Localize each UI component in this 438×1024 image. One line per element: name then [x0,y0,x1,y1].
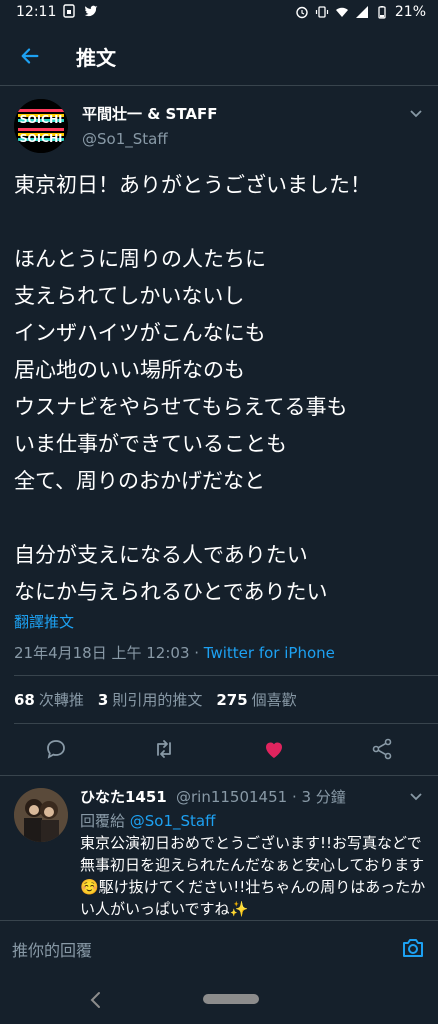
vibrate-icon [315,6,328,18]
top-app-bar: 推文 [0,26,438,86]
system-nav-bar [0,976,438,1024]
status-bar: 12:11 21% [0,0,438,26]
like-heart-icon[interactable] [262,737,286,761]
twitter-bird-icon [84,5,98,17]
back-button[interactable] [14,40,46,72]
share-icon[interactable] [370,737,394,761]
divider [14,723,438,724]
battery-percent: 21% [394,4,426,20]
retweets-label: 次轉推 [38,691,84,709]
likes-count: 275 [216,691,248,709]
reply-input[interactable]: 推你的回覆 [12,937,92,961]
compose-bar: 推你的回覆 [0,920,438,976]
retweet-icon[interactable] [152,737,176,761]
quotes-count: 3 [97,691,109,709]
status-indicators: 21% [295,4,426,20]
divider [14,675,438,676]
tweet-meta: 21年4月18日 上午 12:03 · Twitter for iPhone [14,642,335,663]
author-avatar[interactable]: SOICHI SOICHI [14,99,68,153]
reply-to-line: 回覆給 @So1_Staff [80,810,215,831]
page-title: 推文 [76,46,116,70]
tweet-stats: 68 次轉推 3 則引用的推文 275 個喜歡 [14,689,297,710]
tweet-source-link[interactable]: Twitter for iPhone [204,644,335,662]
author-name[interactable]: 平間壮一 & STAFF [82,103,218,124]
tweet-menu-chevron-icon[interactable] [408,105,424,121]
author-handle[interactable]: @So1_Staff [82,130,168,148]
back-arrow-icon [21,48,39,64]
reply-body: 東京公演初日おめでとうございます!!お写真などで無事初日を迎えられたんだなぁと安… [80,834,426,918]
camera-icon[interactable] [400,935,426,961]
retweets-count: 68 [14,691,35,709]
tweet-body: 東京初日！ありがとうございました！ ほんとうに周りの人たちに 支えられてしかいな… [14,173,371,604]
reply-author-name[interactable]: ひなた1451 [80,786,167,807]
reply-menu-chevron-icon[interactable] [408,788,424,804]
tweet-actions [0,727,438,771]
wifi-icon [335,7,348,17]
reply-author-handle[interactable]: @rin11501451 · 3 分鐘 [176,786,346,807]
sim-icon [63,4,75,18]
notification-icons [62,4,98,18]
quotes-stat[interactable]: 3 則引用的推文 [98,689,202,710]
svg-text:SOICHI: SOICHI [20,113,63,126]
battery-icon [378,6,386,19]
reply-to-label: 回覆給 [80,812,130,830]
likes-label: 個喜歡 [251,691,297,709]
quotes-label: 則引用的推文 [112,691,203,709]
retweets-stat[interactable]: 68 次轉推 [14,689,84,710]
likes-stat[interactable]: 275 個喜歡 [216,689,296,710]
status-time: 12:11 [16,4,57,20]
reply-avatar[interactable] [14,788,68,842]
nav-back-chevron-icon[interactable] [88,988,104,1012]
nav-home-pill[interactable] [203,994,259,1004]
tweet-timestamp: 21年4月18日 上午 12:03 · [14,644,204,662]
alarm-icon [296,6,308,19]
reply-tweet[interactable]: ひなた1451 @rin11501451 · 3 分鐘 回覆給 @So1_Sta… [0,775,438,920]
signal-icon [355,6,368,18]
translate-tweet-link[interactable]: 翻譯推文 [14,611,74,632]
reply-icon[interactable] [44,737,68,761]
soichi-logo-icon: SOICHI SOICHI [14,99,68,153]
svg-text:SOICHI: SOICHI [20,132,63,145]
reply-to-mention[interactable]: @So1_Staff [130,812,216,830]
reply-avatar-photo-icon [14,788,68,842]
